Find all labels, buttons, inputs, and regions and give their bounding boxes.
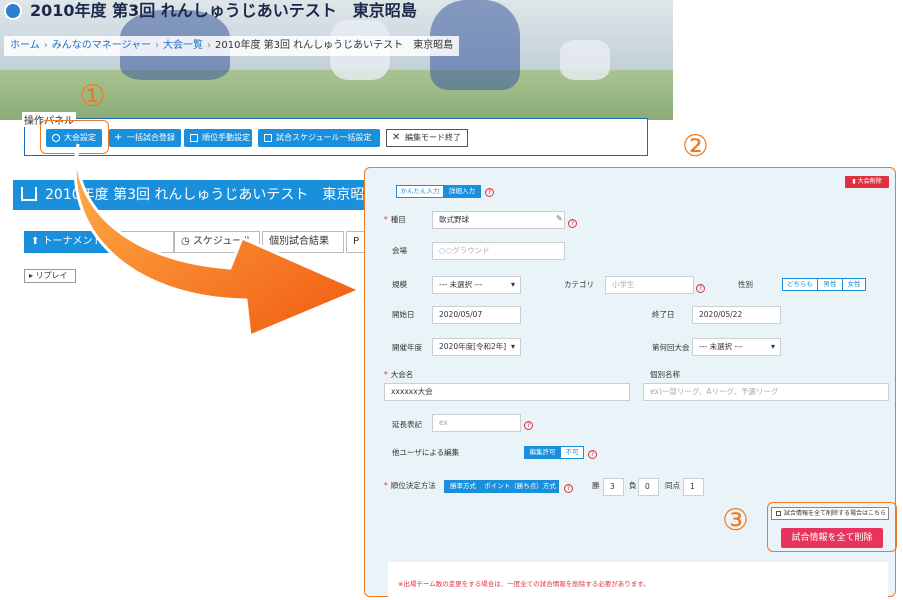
- win-points-label: 勝: [592, 481, 600, 490]
- other-user-edit-label: 他ユーザによる編集: [392, 448, 460, 457]
- delete-all-matches-button[interactable]: 試合情報を全て削除: [781, 528, 883, 548]
- help-icon[interactable]: ?: [696, 284, 705, 293]
- help-icon[interactable]: ?: [564, 484, 573, 493]
- edit-allow-toggle[interactable]: 編集許可: [524, 446, 561, 459]
- breadcrumb-manager[interactable]: みんなのマネージャー: [52, 40, 151, 51]
- year-select[interactable]: 2020年度[令和2年]: [432, 338, 521, 356]
- crown-icon: [21, 187, 37, 201]
- gender-label: 性別: [738, 280, 753, 289]
- edit-icon[interactable]: ✎: [556, 214, 563, 223]
- edition-label: 第何回大会: [652, 343, 690, 352]
- start-date-label: 開始日: [392, 310, 415, 319]
- sport-label: * 種目: [384, 215, 406, 224]
- win-rate-toggle[interactable]: 勝率方式: [444, 480, 482, 493]
- category-input[interactable]: 小学生: [605, 276, 694, 294]
- venue-label: 会場: [392, 246, 407, 255]
- help-icon[interactable]: ?: [588, 450, 597, 459]
- win-points-input[interactable]: 3: [603, 478, 624, 496]
- scale-select[interactable]: --- 未選択 ---: [432, 276, 521, 294]
- breadcrumb: ホーム › みんなのマネージャー › 大会一覧 › 2010年度 第3回 れんしゅうじあいテ…: [4, 36, 460, 56]
- help-icon[interactable]: ?: [524, 421, 533, 430]
- logo-icon: [4, 2, 22, 20]
- venue-input[interactable]: ○○グラウンド: [432, 242, 565, 260]
- gender-male-toggle[interactable]: 男性: [817, 278, 843, 291]
- breadcrumb-current: 2010年度 第3回 れんしゅうじあいテスト 東京昭島: [215, 40, 454, 51]
- loss-points-input[interactable]: 0: [638, 478, 659, 496]
- delete-tournament-label: 大会削除: [857, 178, 882, 185]
- detailed-input-toggle[interactable]: 詳細入力: [443, 185, 481, 198]
- delete-matches-link[interactable]: 試合情報を全て削除する場合はこちら: [771, 507, 889, 520]
- alias-label: 個別名称: [650, 370, 680, 379]
- trash-icon: [776, 511, 781, 516]
- end-date-label: 終了日: [652, 310, 675, 319]
- scale-label: 規模: [392, 280, 407, 289]
- tournament-name-label: * 大会名: [384, 370, 414, 379]
- plus-icon: +: [114, 132, 123, 143]
- edition-select[interactable]: --- 未選択 ---: [692, 338, 781, 356]
- draw-points-input[interactable]: 1: [683, 478, 704, 496]
- sport-input[interactable]: 軟式野球: [432, 211, 565, 229]
- alias-input[interactable]: ex)一部リーグ、Aリーグ、予選リーグ: [643, 383, 889, 401]
- breadcrumb-tournament-list[interactable]: 大会一覧: [163, 40, 203, 51]
- loss-points-label: 負: [629, 481, 637, 490]
- delete-matches-link-label: 試合情報を全て削除する場合はこちら: [784, 510, 887, 517]
- gender-both-toggle[interactable]: どちらも: [782, 278, 818, 291]
- annotation-number-3: ③: [722, 503, 749, 538]
- extension-label: 延長表記: [392, 420, 422, 429]
- delete-tournament-button[interactable]: ▮ 大会削除: [845, 176, 889, 188]
- gender-female-toggle[interactable]: 女性: [842, 278, 866, 291]
- extension-input[interactable]: ex: [432, 414, 521, 432]
- pointer-arrow: [73, 143, 364, 339]
- ranking-method-label: * 順位決定方法: [384, 481, 436, 490]
- trophy-icon: ⬆: [31, 236, 43, 247]
- end-date-input[interactable]: 2020/05/22: [692, 306, 781, 324]
- draw-points-label: 同点: [665, 481, 680, 490]
- year-label: 開催年度: [392, 343, 422, 352]
- tournament-name-input[interactable]: xxxxxx大会: [384, 383, 630, 401]
- warning-text: ※出場チーム数の変更をする場合は、一度全ての試合情報を削除する必要があります。: [398, 580, 650, 588]
- simple-input-toggle[interactable]: かんたん入力: [396, 185, 444, 198]
- help-icon[interactable]: ?: [568, 219, 577, 228]
- page-title: 2010年度 第3回 れんしゅうじあいテスト 東京昭島: [30, 1, 417, 20]
- start-date-input[interactable]: 2020/05/07: [432, 306, 521, 324]
- annotation-number-2: ②: [682, 129, 709, 164]
- points-toggle[interactable]: ポイント（勝ち点）方式: [481, 480, 559, 493]
- help-icon[interactable]: ?: [485, 188, 494, 197]
- end-edit-mode-label: 編集モード終了: [405, 133, 461, 142]
- breadcrumb-home[interactable]: ホーム: [10, 40, 40, 51]
- category-label: カテゴリ: [564, 280, 594, 289]
- edit-deny-toggle[interactable]: 不可: [560, 446, 584, 459]
- annotation-number-1: ①: [79, 79, 106, 114]
